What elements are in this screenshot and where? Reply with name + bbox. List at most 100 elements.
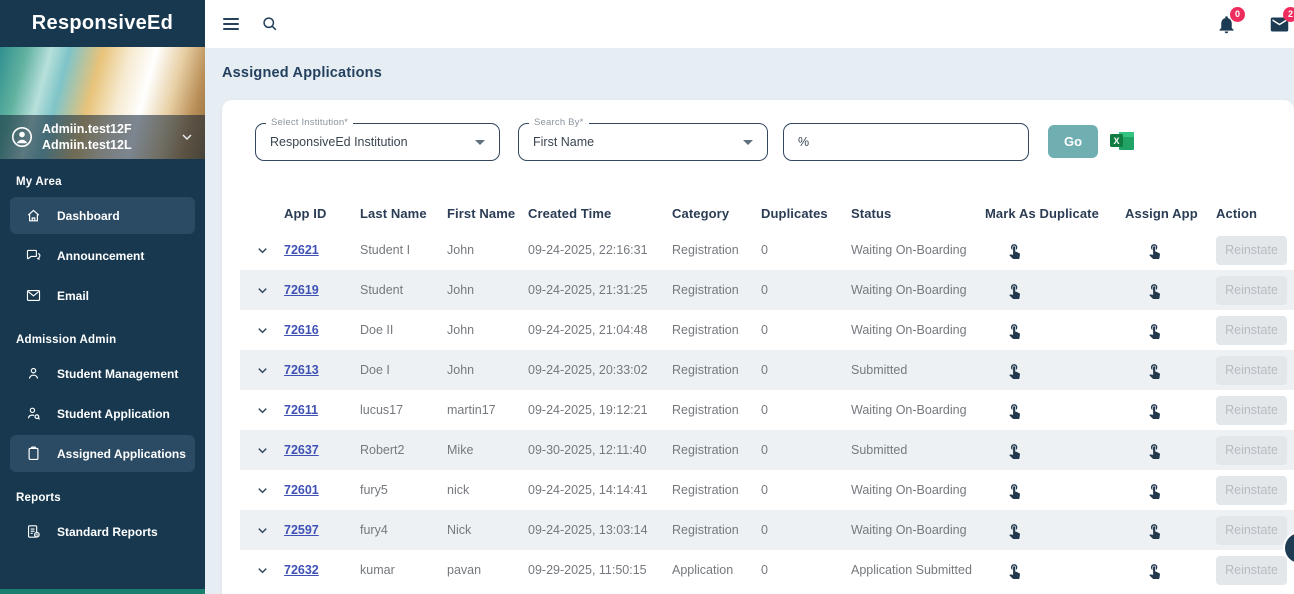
duplicates-cell: 0	[761, 563, 768, 577]
column-header-status: Status	[851, 205, 892, 221]
search-by-select[interactable]: Search By* First Name	[518, 117, 768, 161]
sidebar-section-label: Admission Admin	[16, 334, 117, 346]
excel-export-icon[interactable]: X	[1110, 130, 1134, 152]
mark-duplicate-icon[interactable]	[985, 362, 1125, 379]
column-header-assign-app: Assign App	[1125, 205, 1198, 221]
reinstate-button[interactable]: Reinstate	[1216, 555, 1287, 585]
sidebar-item-announcement[interactable]: Announcement	[10, 237, 195, 274]
status-cell: Waiting On-Boarding	[851, 403, 967, 417]
app-id-link[interactable]: 72601	[284, 483, 319, 497]
search-icon[interactable]	[260, 14, 280, 34]
assign-app-icon[interactable]	[1125, 482, 1216, 499]
created-time-cell: 09-24-2025, 20:33:02	[528, 363, 648, 377]
expand-row-icon[interactable]	[240, 283, 284, 298]
mark-duplicate-icon[interactable]	[985, 242, 1125, 259]
profile-name-line2: Admiin.test12L	[42, 138, 132, 152]
expand-row-icon[interactable]	[240, 483, 284, 498]
report-clock-icon	[25, 523, 42, 540]
expand-row-icon[interactable]	[240, 443, 284, 458]
expand-row-icon[interactable]	[240, 563, 284, 578]
expand-row-icon[interactable]	[240, 363, 284, 378]
app-id-link[interactable]: 72637	[284, 443, 319, 457]
first-name-cell: Mike	[447, 443, 474, 457]
sidebar-item-assigned-applications[interactable]: Assigned Applications	[10, 435, 195, 472]
last-name-cell: Doe I	[360, 363, 390, 377]
duplicates-cell: 0	[761, 243, 768, 257]
mark-duplicate-icon[interactable]	[985, 322, 1125, 339]
sidebar-item-label: Dashboard	[57, 208, 120, 223]
topbar: 0 2	[205, 0, 1294, 48]
notifications-badge: 0	[1230, 6, 1245, 22]
sidebar-item-student-application[interactable]: Student Application	[10, 395, 195, 432]
messages-button[interactable]: 2	[1269, 6, 1294, 35]
app-id-link[interactable]: 72597	[284, 523, 319, 537]
profile-name-line1: Admiin.test12F	[42, 121, 132, 136]
reinstate-button[interactable]: Reinstate	[1216, 355, 1287, 385]
sidebar-section-label: My Area	[16, 176, 62, 188]
sidebar-item-student-management[interactable]: Student Management	[10, 355, 195, 392]
expand-row-icon[interactable]	[240, 403, 284, 418]
messages-badge: 2	[1283, 6, 1294, 22]
mark-duplicate-icon[interactable]	[985, 562, 1125, 579]
last-name-cell: fury5	[360, 483, 388, 497]
app-id-link[interactable]: 72632	[284, 563, 319, 577]
applications-table: App ID Last Name First Name Created Time Cat…	[222, 196, 1294, 594]
home-icon	[25, 207, 42, 224]
chevron-down-icon[interactable]	[179, 129, 195, 145]
assign-app-icon[interactable]	[1125, 522, 1216, 539]
assign-app-icon[interactable]	[1125, 282, 1216, 299]
reinstate-button[interactable]: Reinstate	[1216, 395, 1287, 425]
reinstate-button[interactable]: Reinstate	[1216, 515, 1287, 545]
duplicates-cell: 0	[761, 323, 768, 337]
expand-row-icon[interactable]	[240, 323, 284, 338]
table-row: 72616 Doe II John 09-24-2025, 21:04:48 R…	[240, 310, 1294, 350]
app-id-link[interactable]: 72611	[284, 403, 318, 417]
mark-duplicate-icon[interactable]	[985, 402, 1125, 419]
table-body: 72621 Student I John 09-24-2025, 22:16:3…	[240, 230, 1294, 590]
mark-duplicate-icon[interactable]	[985, 442, 1125, 459]
sidebar-item-label: Assigned Applications	[57, 446, 186, 461]
app-id-link[interactable]: 72613	[284, 363, 319, 377]
menu-icon[interactable]	[223, 18, 239, 30]
expand-row-icon[interactable]	[240, 243, 284, 258]
created-time-cell: 09-24-2025, 13:03:14	[528, 523, 648, 537]
profile-card[interactable]: Admiin.test12F Admiin.test12L	[0, 115, 205, 159]
sidebar-item-dashboard[interactable]: Dashboard	[10, 197, 195, 234]
status-cell: Waiting On-Boarding	[851, 483, 967, 497]
status-cell: Waiting On-Boarding	[851, 523, 967, 537]
app-id-link[interactable]: 72621	[284, 243, 319, 257]
sidebar-item-standard-reports[interactable]: Standard Reports	[10, 513, 195, 550]
mark-duplicate-icon[interactable]	[985, 482, 1125, 499]
search-value-input[interactable]	[784, 124, 1028, 160]
sidebar-item-email[interactable]: Email	[10, 277, 195, 314]
app-id-link[interactable]: 72619	[284, 283, 319, 297]
reinstate-button[interactable]: Reinstate	[1216, 235, 1287, 265]
assign-app-icon[interactable]	[1125, 242, 1216, 259]
duplicates-cell: 0	[761, 283, 768, 297]
reinstate-button[interactable]: Reinstate	[1216, 475, 1287, 505]
sidebar-item-label: Email	[57, 288, 90, 303]
assign-app-icon[interactable]	[1125, 362, 1216, 379]
institution-select[interactable]: Select Institution* ResponsiveEd Institu…	[255, 117, 500, 161]
app-id-link[interactable]: 72616	[284, 323, 319, 337]
reinstate-button[interactable]: Reinstate	[1216, 435, 1287, 465]
sidebar-section-items: Dashboard Announcement Email	[0, 197, 205, 314]
first-name-cell: Nick	[447, 523, 472, 537]
mark-duplicate-icon[interactable]	[985, 522, 1125, 539]
assign-app-icon[interactable]	[1125, 562, 1216, 579]
notifications-button[interactable]: 0	[1216, 6, 1245, 35]
assign-app-icon[interactable]	[1125, 442, 1216, 459]
first-name-cell: John	[447, 363, 475, 377]
mark-duplicate-icon[interactable]	[985, 282, 1125, 299]
assign-app-icon[interactable]	[1125, 322, 1216, 339]
last-name-cell: Robert2	[360, 443, 405, 457]
go-button[interactable]: Go	[1048, 125, 1098, 158]
last-name-cell: Student	[360, 283, 404, 297]
reinstate-button[interactable]: Reinstate	[1216, 315, 1287, 345]
status-cell: Waiting On-Boarding	[851, 283, 967, 297]
reinstate-button[interactable]: Reinstate	[1216, 275, 1287, 305]
assign-app-icon[interactable]	[1125, 402, 1216, 419]
expand-row-icon[interactable]	[240, 523, 284, 538]
table-row: 72597 fury4 Nick 09-24-2025, 13:03:14 Re…	[240, 510, 1294, 550]
first-name-cell: John	[447, 243, 475, 257]
